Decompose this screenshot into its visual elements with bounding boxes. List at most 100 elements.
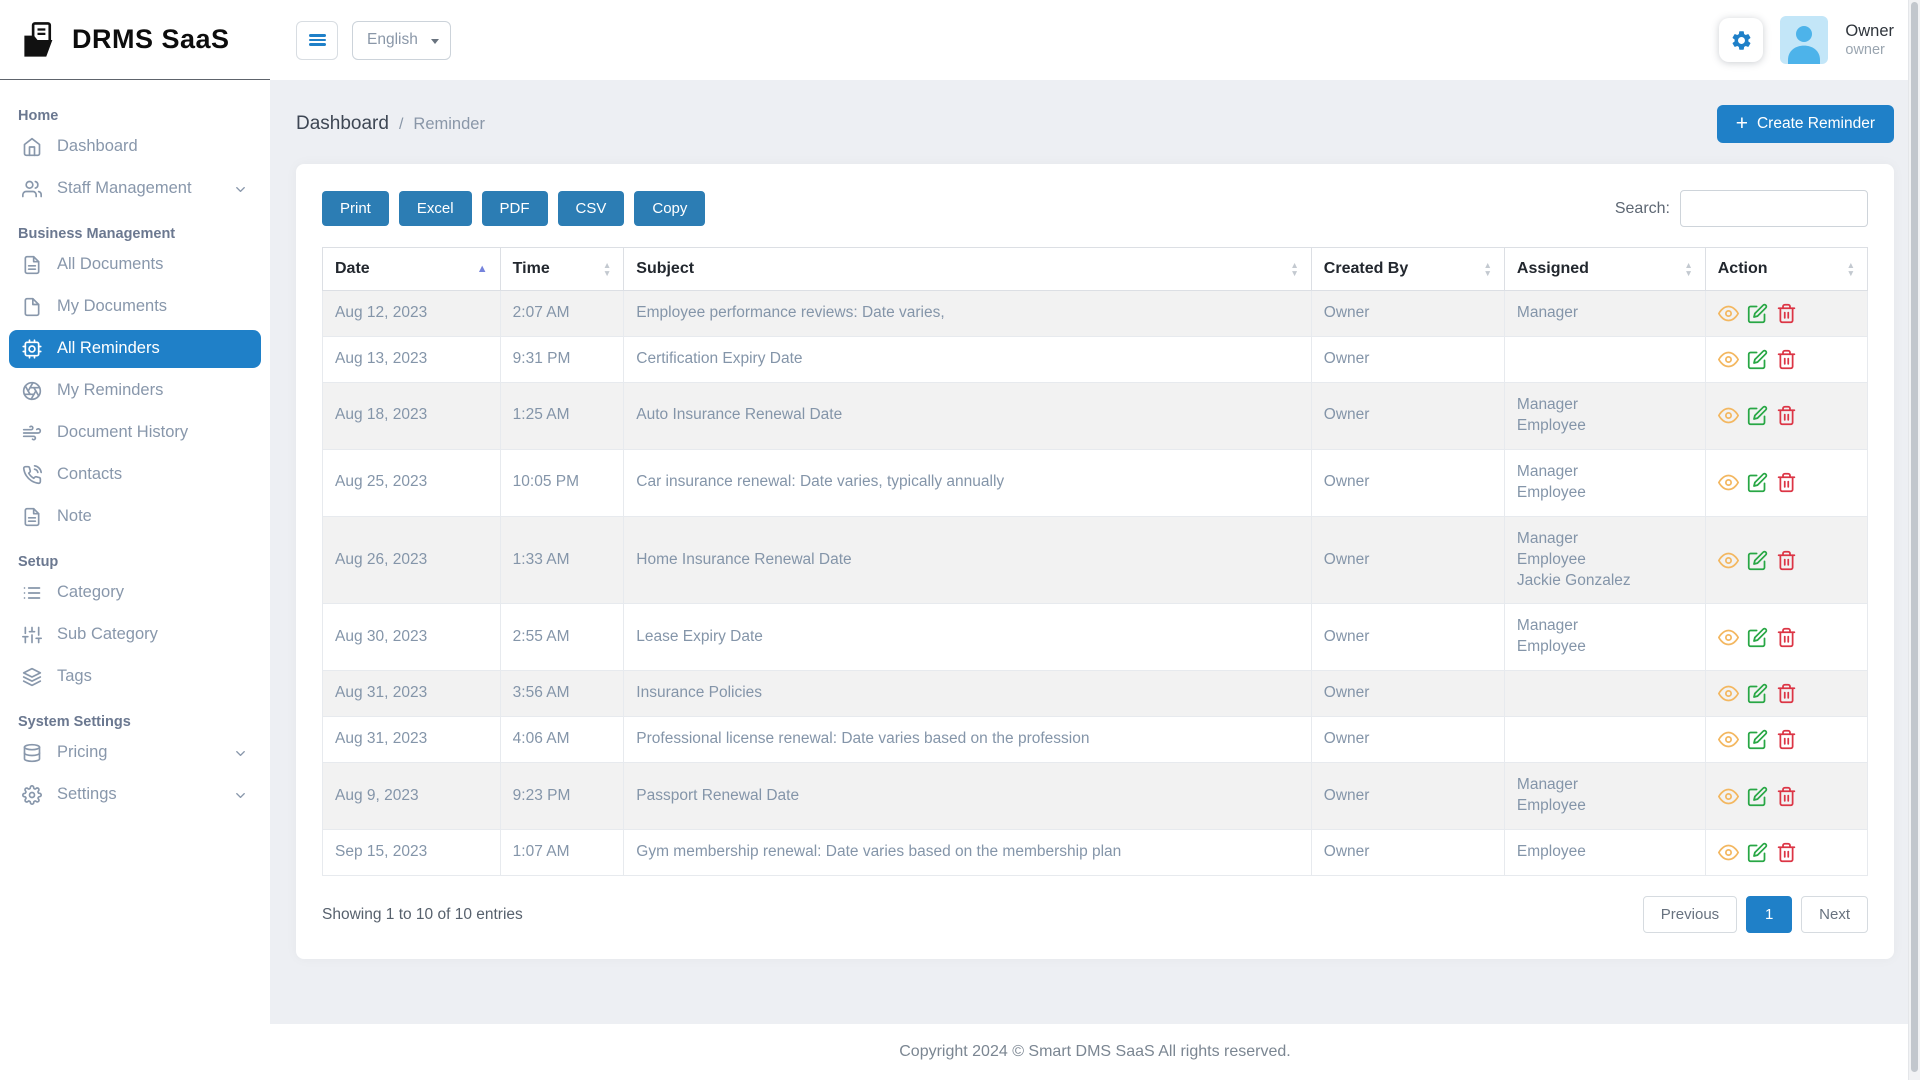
sidebar-item-sub-category[interactable]: Sub Category [9, 616, 261, 654]
table-row: Aug 12, 20232:07 AMEmployee performance … [323, 291, 1868, 337]
edit-button[interactable] [1747, 472, 1768, 493]
layers-icon [22, 667, 42, 687]
cell-action [1705, 291, 1867, 337]
export-copy-button[interactable]: Copy [634, 191, 705, 226]
column-header-subject[interactable]: Subject▲▼ [624, 248, 1312, 291]
view-button[interactable] [1718, 842, 1739, 863]
sort-icon: ▲▼ [1290, 261, 1298, 277]
edit-button[interactable] [1747, 786, 1768, 807]
view-button[interactable] [1718, 729, 1739, 750]
edit-button[interactable] [1747, 405, 1768, 426]
cell-time: 4:06 AM [500, 717, 624, 763]
table-row: Aug 9, 20239:23 PMPassport Renewal DateO… [323, 763, 1868, 830]
sidebar-item-staff-management[interactable]: Staff Management [9, 170, 261, 208]
edit-button[interactable] [1747, 349, 1768, 370]
previous-page-button[interactable]: Previous [1643, 896, 1737, 933]
view-button[interactable] [1718, 405, 1739, 426]
sidebar-item-my-reminders[interactable]: My Reminders [9, 372, 261, 410]
scrollbar-thumb[interactable] [1911, 2, 1918, 1072]
page-scrollbar[interactable] [1908, 0, 1920, 1080]
edit-button[interactable] [1747, 627, 1768, 648]
sidebar-item-dashboard[interactable]: Dashboard [9, 128, 261, 166]
breadcrumb: Dashboard / Reminder [296, 113, 485, 135]
sort-icon: ▲▼ [1847, 261, 1855, 277]
export-pdf-button[interactable]: PDF [482, 191, 548, 226]
sidebar-item-label: Staff Management [57, 179, 192, 199]
delete-button[interactable] [1776, 405, 1797, 426]
settings-quick-button[interactable] [1719, 18, 1763, 62]
edit-button[interactable] [1747, 683, 1768, 704]
sidebar-item-contacts[interactable]: Contacts [9, 456, 261, 494]
sidebar-item-category[interactable]: Category [9, 574, 261, 612]
cell-assigned: ManagerEmployee [1504, 383, 1705, 450]
cell-action [1705, 516, 1867, 604]
column-header-created-by[interactable]: Created By▲▼ [1311, 248, 1504, 291]
sidebar-item-all-documents[interactable]: All Documents [9, 246, 261, 284]
delete-button[interactable] [1776, 683, 1797, 704]
edit-button[interactable] [1747, 729, 1768, 750]
edit-button[interactable] [1747, 303, 1768, 324]
sidebar-item-tags[interactable]: Tags [9, 658, 261, 696]
view-button[interactable] [1718, 683, 1739, 704]
cell-created-by: Owner [1311, 383, 1504, 450]
sidebar-item-pricing[interactable]: Pricing [9, 734, 261, 772]
export-excel-button[interactable]: Excel [399, 191, 472, 226]
delete-button[interactable] [1776, 472, 1797, 493]
cell-date: Aug 31, 2023 [323, 717, 501, 763]
edit-button[interactable] [1747, 550, 1768, 571]
app-logo[interactable]: DRMS SaaS [0, 0, 270, 80]
sidebar-toggle-button[interactable] [296, 21, 338, 60]
view-button[interactable] [1718, 627, 1739, 648]
delete-button[interactable] [1776, 842, 1797, 863]
search-input[interactable] [1680, 190, 1868, 227]
reminders-table: Date▲Time▲▼Subject▲▼Created By▲▼Assigned… [322, 247, 1868, 876]
view-button[interactable] [1718, 786, 1739, 807]
column-header-time[interactable]: Time▲▼ [500, 248, 624, 291]
sidebar-item-my-documents[interactable]: My Documents [9, 288, 261, 326]
cell-created-by: Owner [1311, 291, 1504, 337]
delete-button[interactable] [1776, 786, 1797, 807]
cell-time: 10:05 PM [500, 449, 624, 516]
breadcrumb-root[interactable]: Dashboard [296, 113, 389, 135]
column-header-date[interactable]: Date▲ [323, 248, 501, 291]
delete-button[interactable] [1776, 627, 1797, 648]
cell-created-by: Owner [1311, 717, 1504, 763]
reminders-card: PrintExcelPDFCSVCopy Search: Date▲Time▲▼… [296, 164, 1894, 959]
user-role: owner [1845, 41, 1894, 59]
view-button[interactable] [1718, 472, 1739, 493]
create-reminder-button[interactable]: + Create Reminder [1717, 105, 1894, 143]
eye-icon [1718, 729, 1739, 750]
sidebar-item-all-reminders[interactable]: All Reminders [9, 330, 261, 368]
cell-created-by: Owner [1311, 671, 1504, 717]
nav-section-home: Home [18, 108, 252, 124]
sidebar-item-note[interactable]: Note [9, 498, 261, 536]
column-header-assigned[interactable]: Assigned▲▼ [1504, 248, 1705, 291]
export-print-button[interactable]: Print [322, 191, 389, 226]
cell-date: Aug 31, 2023 [323, 671, 501, 717]
user-avatar[interactable] [1780, 16, 1828, 64]
cell-date: Aug 12, 2023 [323, 291, 501, 337]
view-button[interactable] [1718, 349, 1739, 370]
trash-icon [1776, 842, 1797, 863]
sidebar-item-settings[interactable]: Settings [9, 776, 261, 814]
eye-icon [1718, 786, 1739, 807]
export-csv-button[interactable]: CSV [558, 191, 625, 226]
page-1-button[interactable]: 1 [1746, 896, 1792, 933]
delete-button[interactable] [1776, 349, 1797, 370]
view-button[interactable] [1718, 303, 1739, 324]
language-selector[interactable]: English [352, 21, 451, 60]
column-header-action[interactable]: Action▲▼ [1705, 248, 1867, 291]
view-button[interactable] [1718, 550, 1739, 571]
cell-assigned [1504, 337, 1705, 383]
cell-subject: Professional license renewal: Date varie… [624, 717, 1312, 763]
sidebar-item-document-history[interactable]: Document History [9, 414, 261, 452]
delete-button[interactable] [1776, 729, 1797, 750]
delete-button[interactable] [1776, 550, 1797, 571]
cell-action [1705, 449, 1867, 516]
delete-button[interactable] [1776, 303, 1797, 324]
cell-created-by: Owner [1311, 449, 1504, 516]
cell-assigned: ManagerEmployee [1504, 449, 1705, 516]
edit-button[interactable] [1747, 842, 1768, 863]
cell-action [1705, 830, 1867, 876]
next-page-button[interactable]: Next [1801, 896, 1868, 933]
